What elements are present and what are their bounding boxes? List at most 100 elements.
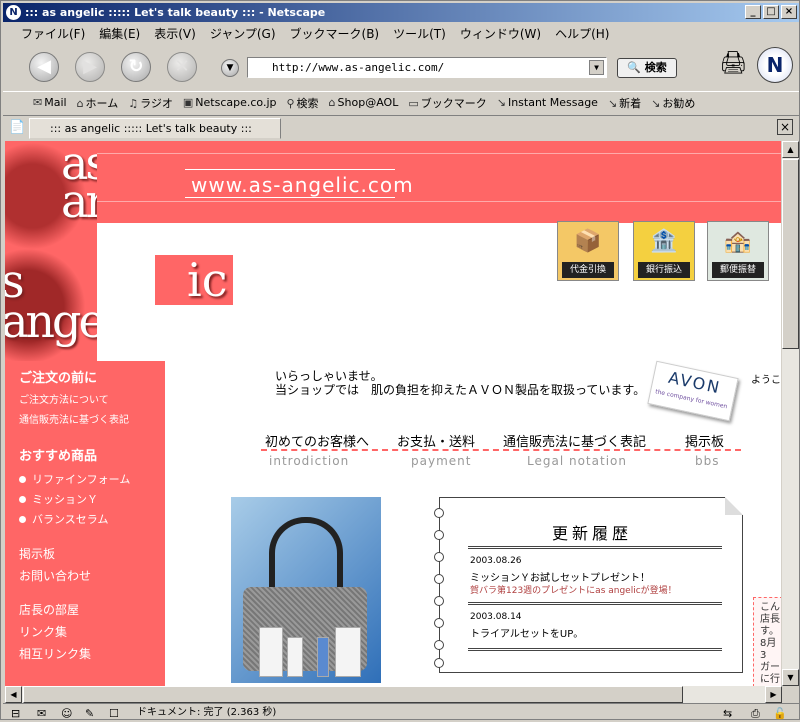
update-history-panel: 更新履歴 2003.08.26 ミッションＹお試しセットプレゼント！ 賀バラ第1… — [434, 497, 743, 673]
update-entry[interactable]: ミッションＹお試しセットプレゼント！ — [470, 569, 650, 584]
menu-bookmarks[interactable]: ブックマーク(B) — [290, 25, 380, 42]
menu-file[interactable]: ファイル(F) — [21, 25, 85, 42]
welcome-line: 当ショップでは 肌の負担を抑えたＡＶＯＮ製品を取扱っています。 — [275, 383, 646, 397]
divider — [468, 648, 722, 651]
vertical-scrollbar[interactable]: ▲ ▼ — [782, 141, 799, 686]
stop-icon: ✕ — [174, 56, 190, 77]
print-icon[interactable]: 🖨 — [719, 51, 747, 76]
reload-icon: ↻ — [128, 56, 144, 77]
menu-help[interactable]: ヘルプ(H) — [555, 25, 609, 42]
reload-button[interactable]: ↻ — [121, 52, 151, 82]
note-line: 8月3 — [760, 638, 777, 661]
mail-icon[interactable]: ✉ — [37, 705, 46, 722]
tab-current[interactable]: ::: as angelic ::::: Let's talk beauty :… — [29, 118, 281, 139]
minimize-button[interactable]: _ — [745, 5, 761, 19]
toolbar-item-instant-message[interactable]: ↘ Instant Message — [497, 96, 598, 109]
search-button[interactable]: 🔍 検索 — [617, 58, 677, 78]
horizontal-scrollbar[interactable]: ◀ ▶ — [5, 686, 782, 703]
toolbar-item-home[interactable]: ⌂ ホーム — [77, 95, 119, 111]
back-button[interactable]: ◀ — [29, 52, 59, 82]
sidebar-link-bbs[interactable]: 掲示板 — [19, 545, 55, 562]
toolbar-item-search[interactable]: ⚲ 検索 — [286, 95, 318, 111]
toolbar-item-mail[interactable]: ✉ Mail — [33, 96, 67, 109]
composer-icon[interactable]: ✎ — [85, 705, 94, 722]
menu-window[interactable]: ウィンドウ(W) — [460, 25, 541, 42]
nav-link-legal[interactable]: 通信販売法に基づく表記 — [503, 431, 646, 450]
logo-text-ic: ic — [155, 255, 233, 305]
nav-sub-label: bbs — [695, 454, 720, 468]
toolbar-item-radio[interactable]: ♫ ラジオ — [128, 95, 173, 111]
toolbar-item-new[interactable]: ↘ 新着 — [608, 95, 641, 111]
maximize-button[interactable]: □ — [763, 5, 779, 19]
folder-icon: ▭ — [408, 96, 419, 110]
menu-go[interactable]: ジャンプ(G) — [210, 25, 276, 42]
address-book-icon[interactable]: ☐ — [109, 705, 119, 722]
toolbar-item-recommend[interactable]: ↘ お勧め — [651, 95, 695, 111]
netscape-logo-icon[interactable]: N — [757, 47, 793, 83]
sidebar-product-balance-serum[interactable]: バランスセラム — [19, 511, 108, 527]
payment-label: 郵便振替 — [712, 262, 764, 278]
bank-transfer-button[interactable]: 🏦 銀行振込 — [633, 221, 695, 281]
divider — [468, 602, 722, 605]
shop-icon: ⌂ — [328, 96, 336, 109]
im-icon[interactable]: ☺ — [61, 705, 72, 722]
scroll-up-arrow-icon[interactable]: ▲ — [782, 141, 799, 158]
scroll-thumb[interactable] — [782, 159, 799, 349]
sidebar-product-refine-foam[interactable]: リファインフォーム — [19, 471, 130, 487]
logo-text-angel: angel — [5, 294, 97, 348]
scroll-left-arrow-icon[interactable]: ◀ — [5, 686, 22, 703]
scroll-right-arrow-icon[interactable]: ▶ — [765, 686, 782, 703]
nav-sub-label: Legal notation — [527, 454, 627, 468]
note-line: 店長 — [760, 614, 780, 625]
forward-button[interactable]: ▶ — [75, 52, 105, 82]
connection-icon: ⇆ — [723, 707, 733, 720]
title-bar: N ::: as angelic ::::: Let's talk beauty… — [3, 3, 799, 22]
nav-link-first-time[interactable]: 初めてのお客様へ — [265, 431, 369, 450]
menu-edit[interactable]: 編集(E) — [99, 25, 140, 42]
url-dropdown-button[interactable]: ▼ — [589, 60, 604, 75]
avon-logo[interactable]: AVON the company for women — [647, 360, 739, 422]
page-down-button[interactable]: ▼ — [221, 59, 239, 77]
sidebar-product-mission-y[interactable]: ミッションＹ — [19, 491, 98, 507]
scroll-thumb[interactable] — [23, 686, 683, 703]
update-entry[interactable]: トライアルセットをUP。 — [470, 625, 583, 640]
stop-button[interactable]: ✕ — [167, 52, 197, 82]
toolbar-item-bookmarks[interactable]: ▭ ブックマーク — [408, 95, 486, 111]
close-tab-button[interactable]: × — [777, 119, 793, 135]
ring-icon — [434, 658, 444, 668]
window-title: ::: as angelic ::::: Let's talk beauty :… — [25, 6, 326, 19]
ring-icon — [434, 640, 444, 650]
ring-icon — [434, 574, 444, 584]
toolbar-item-shop[interactable]: ⌂ Shop@AOL — [329, 96, 399, 109]
sidebar-link-mutual-links[interactable]: 相互リンク集 — [19, 645, 91, 662]
scroll-down-arrow-icon[interactable]: ▼ — [782, 669, 799, 686]
site-logo[interactable]: as ar s angel — [5, 141, 97, 361]
chevron-down-icon: ▼ — [226, 63, 234, 73]
postal-transfer-button[interactable]: 🏤 郵便振替 — [707, 221, 769, 281]
sidebar: ご注文の前に ご注文方法について 通信販売法に基づく表記 おすすめ商品 リファイ… — [5, 361, 165, 686]
navigator-icon[interactable]: ⊟ — [11, 705, 20, 722]
nav-link-payment[interactable]: お支払・送料 — [397, 431, 475, 450]
bookmark-icon: ↘ — [607, 96, 618, 110]
bullet-icon — [19, 516, 26, 523]
sidebar-link-how-to-order[interactable]: ご注文方法について — [19, 391, 109, 406]
url-field[interactable]: http://www.as-angelic.com/ ▼ — [247, 57, 607, 78]
menu-tools[interactable]: ツール(T) — [393, 25, 446, 42]
sidebar-link-legal[interactable]: 通信販売法に基づく表記 — [19, 411, 129, 426]
menu-view[interactable]: 表示(V) — [154, 25, 196, 42]
sidebar-link-manager-room[interactable]: 店長の部屋 — [19, 601, 79, 618]
cash-on-delivery-button[interactable]: 📦 代金引換 — [557, 221, 619, 281]
status-bar: ⊟ ✉ ☺ ✎ ☐ ドキュメント: 完了 (2.363 秒) ⇆ ⎙ 🔓 — [3, 703, 799, 720]
close-window-button[interactable]: × — [781, 5, 797, 19]
sidebar-link-links[interactable]: リンク集 — [19, 623, 67, 640]
logo-text-an: ar — [61, 174, 97, 228]
nav-link-bbs[interactable]: 掲示板 — [685, 431, 724, 450]
product-photo[interactable] — [231, 497, 381, 683]
new-tab-icon[interactable]: 📄 — [9, 120, 25, 135]
sidebar-link-contact[interactable]: お問い合わせ — [19, 567, 91, 584]
toolbar-item-netscape[interactable]: ▣ Netscape.co.jp — [183, 96, 277, 109]
payment-label: 代金引換 — [562, 262, 614, 278]
bullet-icon — [19, 476, 26, 483]
welcome-cutoff-text: ようこ — [751, 375, 781, 386]
back-arrow-icon: ◀ — [37, 56, 51, 77]
